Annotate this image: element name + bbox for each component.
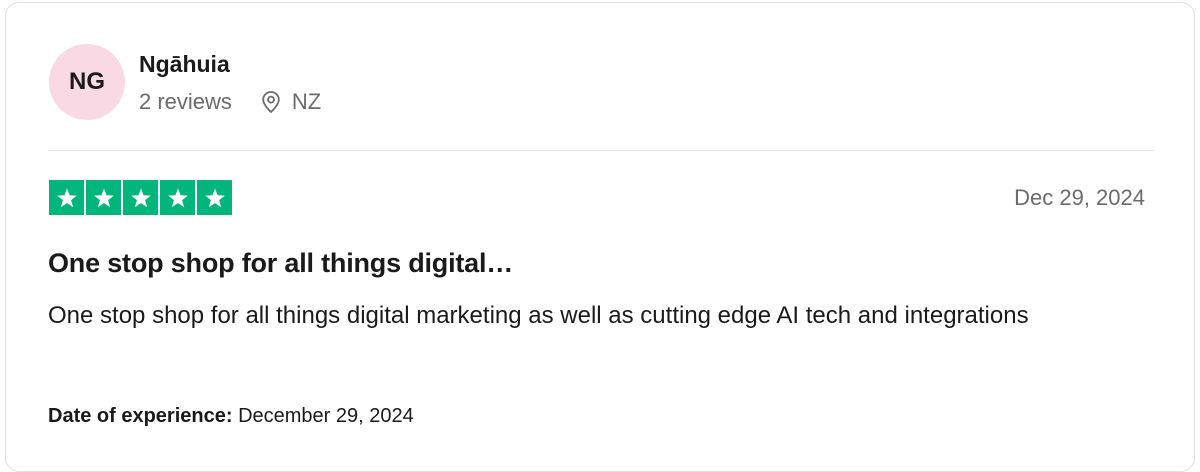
star-icon (197, 180, 232, 215)
star-icon (86, 180, 121, 215)
experience-label: Date of experience: (48, 405, 239, 427)
reviewer-name[interactable]: Ngāhuia (139, 51, 230, 78)
review-title[interactable]: One stop shop for all things digital… (48, 248, 513, 279)
reviewer-meta: 2 reviews NZ (139, 89, 321, 115)
star-icon (160, 180, 195, 215)
experience-date: December 29, 2024 (238, 405, 414, 427)
star-icon (123, 180, 158, 215)
review-body: One stop shop for all things digital mar… (48, 302, 1029, 329)
star-icon (49, 180, 84, 215)
reviewer-location: NZ (291, 89, 322, 114)
location-pin-icon (260, 90, 282, 114)
review-card: NG Ngāhuia 2 reviews NZ Dec 29, 2024 One… (5, 2, 1195, 472)
review-date: Dec 29, 2024 (1014, 185, 1145, 210)
review-count: 2 reviews (139, 89, 232, 114)
star-rating (49, 180, 232, 215)
avatar[interactable]: NG (49, 44, 125, 120)
divider (48, 150, 1154, 151)
date-of-experience: Date of experience: December 29, 2024 (48, 405, 414, 428)
